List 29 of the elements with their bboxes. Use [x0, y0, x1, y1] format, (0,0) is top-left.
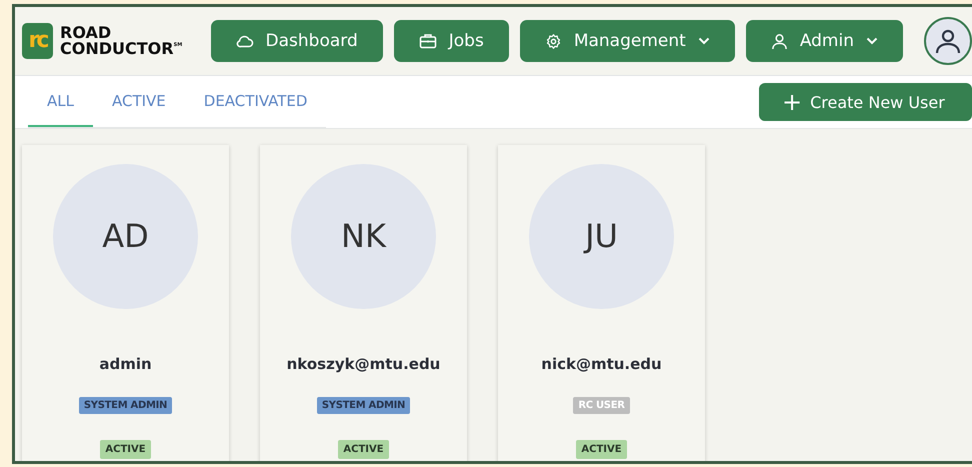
- role-tag: SYSTEM ADMIN: [316, 397, 410, 414]
- gear-icon: [544, 32, 562, 50]
- user-icon: [935, 28, 961, 54]
- status-tag: ACTIVE: [576, 440, 627, 459]
- filter-tab[interactable]: ACTIVE: [92, 76, 185, 127]
- filter-tab[interactable]: ALL: [28, 76, 93, 127]
- role-tag: SYSTEM ADMIN: [78, 397, 172, 414]
- profile-avatar-button[interactable]: [924, 17, 972, 65]
- filter-tab[interactable]: DEACTIVATED: [184, 76, 326, 127]
- logo-icon: rc: [22, 23, 53, 59]
- status-tag: ACTIVE: [100, 440, 151, 459]
- logo-text: ROAD: [60, 25, 112, 41]
- create-user-button[interactable]: + Create New User: [759, 83, 972, 121]
- user-name: nick@mtu.edu: [541, 355, 662, 373]
- logo-text: CONDUCTOR: [60, 41, 174, 57]
- user-name: admin: [99, 355, 152, 373]
- user-avatar: JU: [529, 164, 674, 309]
- user-avatar: AD: [53, 164, 198, 309]
- briefcase-icon: [418, 33, 437, 49]
- cloud-icon: [236, 34, 254, 48]
- nav-button[interactable]: Admin: [746, 20, 903, 62]
- nav-button[interactable]: Jobs: [394, 20, 509, 62]
- nav-button[interactable]: Dashboard: [210, 20, 383, 62]
- nav-button[interactable]: Management: [520, 20, 735, 62]
- user-avatar: NK: [291, 164, 436, 309]
- role-tag: RC USER: [573, 397, 630, 414]
- user-name: nkoszyk@mtu.edu: [286, 355, 440, 373]
- user-icon: [770, 32, 788, 50]
- status-tag: ACTIVE: [338, 440, 389, 459]
